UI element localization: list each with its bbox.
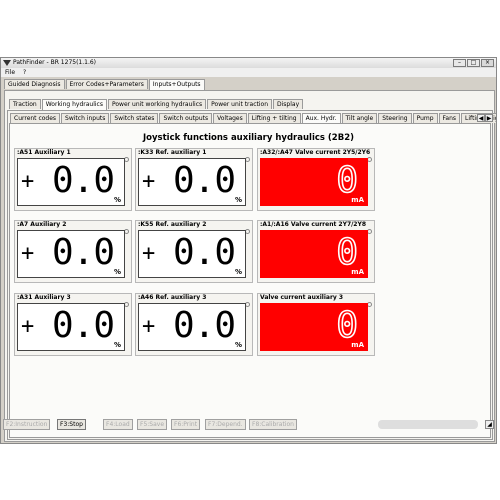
gauge-label: :A1/:A16 Valve current 2Y7/2Y8 bbox=[260, 221, 367, 228]
menu-help[interactable]: ? bbox=[23, 69, 26, 76]
tab-steering[interactable]: Steering bbox=[378, 113, 412, 123]
f4-load-button[interactable]: F4:Load bbox=[103, 419, 133, 430]
gauge-value: 0 bbox=[336, 160, 359, 202]
gauge-label: :A32/:A47 Valve current 2Y5/2Y6 bbox=[260, 149, 371, 156]
gauge-label: Valve current auxiliary 3 bbox=[260, 294, 344, 301]
tab-error-codes-parameters[interactable]: Error Codes+Parameters bbox=[65, 79, 148, 89]
tab-fans[interactable]: Fans bbox=[438, 113, 461, 123]
sign-indicator: + bbox=[21, 314, 35, 339]
gauge-panel: :A46 Ref. auxiliary 3 +0.0% bbox=[135, 293, 253, 356]
maximize-icon[interactable]: □ bbox=[467, 59, 480, 67]
pathfinder-window: PathFinder - BR 1275(1.1.6) – □ × File? … bbox=[0, 57, 497, 444]
sign-indicator: + bbox=[142, 169, 156, 194]
gauge-value: 0.0 bbox=[51, 305, 115, 346]
gauge-value: 0.0 bbox=[172, 160, 236, 201]
gauge-unit: mA bbox=[351, 196, 364, 204]
main-tabs: Guided Diagnosis Error Codes+Parameters … bbox=[4, 79, 206, 90]
gauge-panel: :A7 Auxiliary 2 +0.0% bbox=[14, 220, 132, 283]
minimize-icon[interactable]: – bbox=[453, 59, 466, 67]
sign-indicator: + bbox=[21, 241, 35, 266]
f3-stop-button[interactable]: F3:Stop bbox=[57, 419, 86, 430]
gauge-value: 0.0 bbox=[172, 305, 236, 346]
tab-display[interactable]: Display bbox=[273, 99, 304, 109]
close-icon[interactable]: × bbox=[481, 59, 494, 67]
digital-display: +0.0% bbox=[17, 303, 125, 351]
gauge-unit: % bbox=[234, 268, 242, 276]
tab-switch-states[interactable]: Switch states bbox=[110, 113, 159, 123]
digital-display: 0 mA bbox=[260, 158, 368, 206]
gauge-unit: % bbox=[234, 196, 242, 204]
page-title: Joystick functions auxiliary hydraulics … bbox=[142, 133, 354, 143]
tab-switch-outputs[interactable]: Switch outputs bbox=[159, 113, 213, 123]
tab-power-unit-working-hydraulics[interactable]: Power unit working hydraulics bbox=[107, 99, 207, 109]
digital-display: +0.0% bbox=[17, 158, 125, 206]
gauge-panel: :A31 Auxiliary 3 +0.0% bbox=[14, 293, 132, 356]
gauge-unit: mA bbox=[351, 268, 364, 276]
sign-indicator: + bbox=[142, 241, 156, 266]
gauge-unit: % bbox=[234, 341, 242, 349]
resize-grip-icon[interactable]: ◢ bbox=[485, 420, 494, 429]
gauge-value: 0 bbox=[336, 305, 359, 347]
gauge-value: 0 bbox=[336, 232, 359, 274]
gauge-label: :K55 Ref. auxiliary 2 bbox=[138, 221, 207, 228]
digital-display: +0.0% bbox=[138, 303, 246, 351]
gauge-label: :K33 Ref. auxiliary 1 bbox=[138, 149, 207, 156]
gauge-unit: % bbox=[113, 341, 121, 349]
gauge-label: :A7 Auxiliary 2 bbox=[17, 221, 67, 228]
tab-tilt-angle[interactable]: Tilt angle bbox=[341, 113, 378, 123]
tab-inputs-outputs[interactable]: Inputs+Outputs bbox=[148, 79, 205, 90]
gauge-panel: :A1/:A16 Valve current 2Y7/2Y8 0 mA bbox=[257, 220, 375, 283]
digital-display: +0.0% bbox=[138, 230, 246, 278]
tab-working-hydraulics[interactable]: Working hydraulics bbox=[41, 99, 107, 110]
tab-voltages[interactable]: Voltages bbox=[213, 113, 247, 123]
gauge-panel: :K33 Ref. auxiliary 1 +0.0% bbox=[135, 148, 253, 211]
tab-switch-inputs[interactable]: Switch inputs bbox=[61, 113, 110, 123]
f6-print-button[interactable]: F6:Print bbox=[171, 419, 201, 430]
sign-indicator: + bbox=[142, 314, 156, 339]
progress-bar bbox=[378, 420, 478, 429]
tab-traction[interactable]: Traction bbox=[9, 99, 41, 109]
digital-display: +0.0% bbox=[138, 158, 246, 206]
scroll-right-icon[interactable]: ▶ bbox=[485, 114, 493, 122]
gauge-panel: Valve current auxiliary 3 0 mA bbox=[257, 293, 375, 356]
pathfinder-logo-icon bbox=[3, 60, 11, 66]
sub-tabs: Traction Working hydraulics Power unit w… bbox=[9, 99, 304, 110]
digital-display: +0.0% bbox=[17, 230, 125, 278]
tab-current-codes[interactable]: Current codes bbox=[10, 113, 61, 123]
menu-file[interactable]: File bbox=[5, 69, 15, 76]
tab-scroll-buttons: ◀ ▶ bbox=[477, 114, 493, 122]
gauge-label: :A51 Auxiliary 1 bbox=[17, 149, 71, 156]
tab-pump[interactable]: Pump bbox=[412, 113, 438, 123]
sign-indicator: + bbox=[21, 169, 35, 194]
function-key-bar: F2:Instruction F3:Stop F4:Load F5:Save F… bbox=[1, 417, 496, 433]
scroll-left-icon[interactable]: ◀ bbox=[477, 114, 485, 122]
f8-calibration-button[interactable]: F8:Calibration bbox=[249, 419, 297, 430]
gauge-panel: :A51 Auxiliary 1 +0.0% bbox=[14, 148, 132, 211]
menu-bar: File? bbox=[1, 68, 496, 77]
gauge-value: 0.0 bbox=[172, 232, 236, 273]
digital-display: 0 mA bbox=[260, 303, 368, 351]
f2-instruction-button[interactable]: F2:Instruction bbox=[3, 419, 51, 430]
gauge-unit: % bbox=[113, 196, 121, 204]
gauge-value: 0.0 bbox=[51, 232, 115, 273]
gauge-unit: mA bbox=[351, 341, 364, 349]
gauge-unit: % bbox=[113, 268, 121, 276]
digital-display: 0 mA bbox=[260, 230, 368, 278]
tab-power-unit-traction[interactable]: Power unit traction bbox=[207, 99, 272, 109]
f7-depend-button[interactable]: F7:Depend. bbox=[205, 419, 246, 430]
gauge-value: 0.0 bbox=[51, 160, 115, 201]
window-title: PathFinder - BR 1275(1.1.6) bbox=[13, 59, 97, 66]
gauge-panel: :K55 Ref. auxiliary 2 +0.0% bbox=[135, 220, 253, 283]
title-bar: PathFinder - BR 1275(1.1.6) – □ × bbox=[1, 58, 496, 68]
f5-save-button[interactable]: F5:Save bbox=[137, 419, 168, 430]
tab-lifting-tilting[interactable]: Lifting + tilting bbox=[247, 113, 301, 123]
gauge-panel: :A32/:A47 Valve current 2Y5/2Y6 0 mA bbox=[257, 148, 375, 211]
gauge-label: :A31 Auxiliary 3 bbox=[17, 294, 71, 301]
tab-guided-diagnosis[interactable]: Guided Diagnosis bbox=[4, 79, 65, 89]
gauge-label: :A46 Ref. auxiliary 3 bbox=[138, 294, 207, 301]
